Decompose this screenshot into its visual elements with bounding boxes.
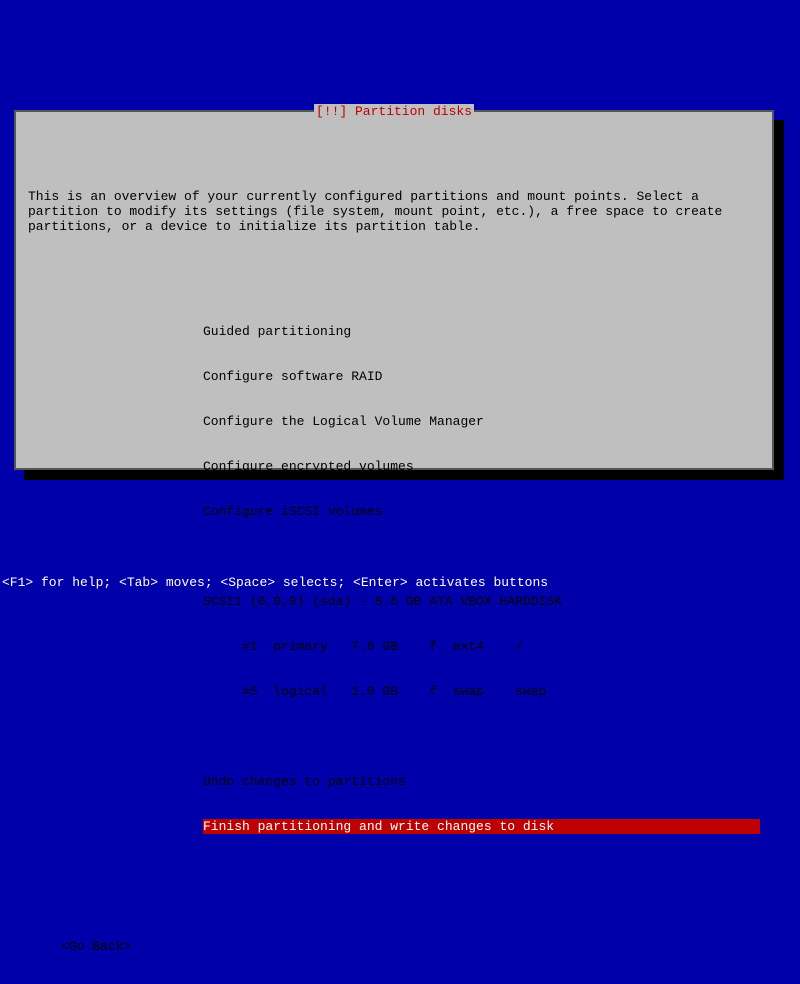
partition-1[interactable]: #1 primary 7.6 GB f ext4 /: [203, 639, 760, 654]
spacer: [203, 729, 760, 744]
menu-raid[interactable]: Configure software RAID: [203, 369, 760, 384]
partition-dialog: This is an overview of your currently co…: [14, 110, 774, 470]
partition-5[interactable]: #5 logical 1.0 GB f swap swap: [203, 684, 760, 699]
menu-finish[interactable]: Finish partitioning and write changes to…: [203, 819, 760, 834]
menu-lvm[interactable]: Configure the Logical Volume Manager: [203, 414, 760, 429]
go-back-button[interactable]: <Go Back>: [61, 939, 760, 954]
disk-device[interactable]: SCSI1 (0,0,0) (sda) - 8.6 GB ATA VBOX HA…: [203, 594, 760, 609]
intro-text: This is an overview of your currently co…: [28, 189, 760, 234]
menu-encrypted[interactable]: Configure encrypted volumes: [203, 459, 760, 474]
spacer: [203, 549, 760, 564]
menu-iscsi[interactable]: Configure iSCSI volumes: [203, 504, 760, 519]
menu-guided[interactable]: Guided partitioning: [203, 324, 760, 339]
help-bar: <F1> for help; <Tab> moves; <Space> sele…: [2, 575, 548, 590]
menu-undo[interactable]: Undo changes to partitions: [203, 774, 760, 789]
